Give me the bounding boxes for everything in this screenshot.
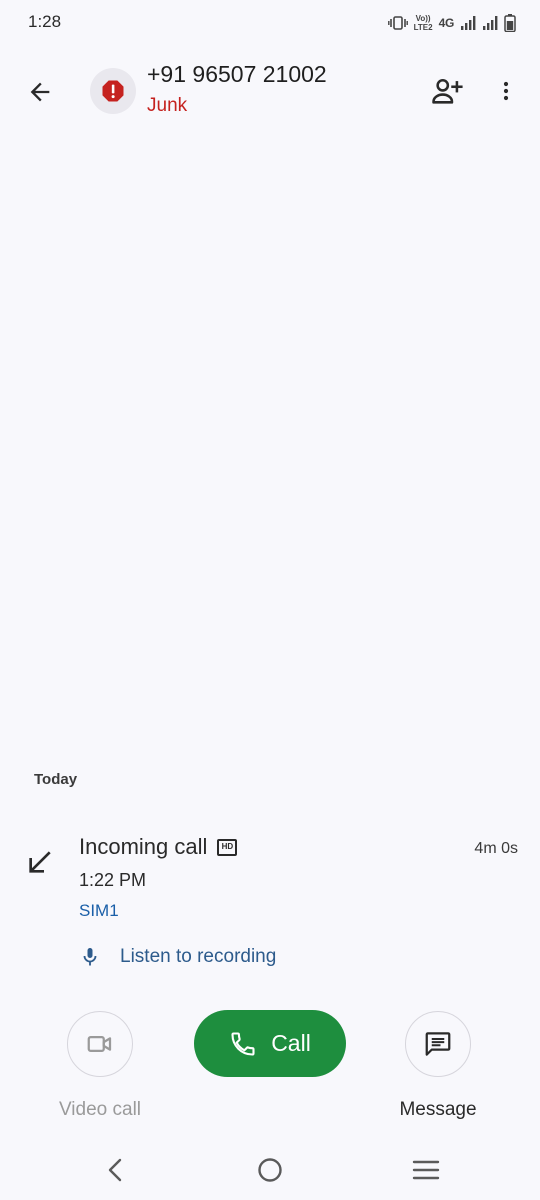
call-duration: 4m 0s <box>474 840 518 857</box>
videocam-icon <box>87 1036 112 1052</box>
contact-number: +91 96507 21002 <box>147 61 327 87</box>
mic-icon <box>83 948 97 966</box>
volte-line1: Vo)) <box>415 14 431 23</box>
nav-recents-button[interactable] <box>406 1154 446 1186</box>
nav-home-icon <box>258 1158 282 1182</box>
hd-badge: HD <box>217 838 238 856</box>
nav-menu-icon <box>412 1160 440 1180</box>
call-button[interactable]: Call <box>194 1010 346 1077</box>
history-section-title: Today <box>34 771 78 788</box>
spam-alert-icon <box>102 80 124 102</box>
message-action[interactable]: Message <box>390 1011 486 1121</box>
call-button-label: Call <box>271 1030 311 1056</box>
nav-home-button[interactable] <box>250 1154 290 1186</box>
back-button[interactable] <box>18 70 62 114</box>
avatar <box>90 68 136 114</box>
message-icon <box>425 1032 451 1056</box>
phone-icon <box>231 1031 255 1056</box>
incoming-call-arrow-icon <box>29 851 51 873</box>
person-add-icon <box>432 78 463 104</box>
call-sim: SIM1 <box>79 901 119 920</box>
listen-to-recording-label: Listen to recording <box>120 946 277 967</box>
status-icons: Vo)) LTE2 4G <box>387 12 516 34</box>
battery-icon <box>504 14 516 32</box>
more-options-button[interactable] <box>484 68 528 114</box>
status-time: 1:28 <box>28 12 62 31</box>
call-type: Incoming call HD <box>79 834 238 860</box>
video-call-label: Video call <box>58 1099 142 1120</box>
vibrate-icon <box>387 15 408 31</box>
call-time: 1:22 PM <box>79 870 147 890</box>
signal-icon <box>460 15 476 31</box>
call-details-screen: 1:28 Vo)) LTE2 4G +91 96507 21002 Junk T… <box>0 0 540 1200</box>
video-call-button[interactable] <box>67 1011 133 1077</box>
nav-back-icon <box>108 1158 122 1182</box>
nav-back-button[interactable] <box>95 1154 135 1186</box>
status-bar: 1:28 Vo)) LTE2 4G <box>0 0 540 46</box>
call-type-label: Incoming call <box>79 834 208 859</box>
signal-icon <box>482 15 498 31</box>
message-label: Message <box>399 1099 477 1120</box>
app-header: +91 96507 21002 Junk <box>0 52 540 132</box>
system-nav-bar <box>0 1140 540 1200</box>
network-type: 4G <box>438 16 455 30</box>
message-button[interactable] <box>405 1011 471 1077</box>
junk-label: Junk <box>147 95 188 116</box>
video-call-action[interactable]: Video call <box>52 1011 148 1121</box>
call-log-entry: Incoming call HD 4m 0s 1:22 PM SIM1 List… <box>0 820 540 980</box>
listen-to-recording-button[interactable]: Listen to recording <box>78 942 276 972</box>
volte-line2: LTE2 <box>413 23 433 32</box>
more-vert-icon <box>503 81 509 101</box>
volte-icon: Vo)) LTE2 <box>414 14 433 32</box>
add-contact-button[interactable] <box>424 68 470 114</box>
arrow-back-icon <box>30 82 50 102</box>
